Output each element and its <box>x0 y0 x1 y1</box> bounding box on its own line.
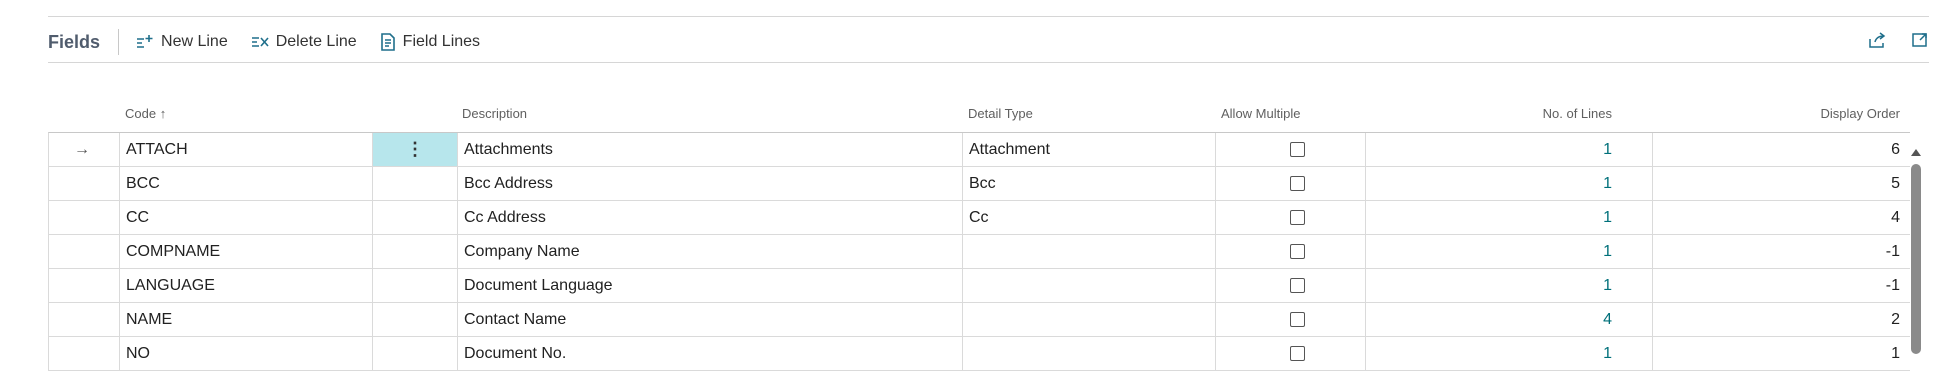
allow-multiple-checkbox[interactable] <box>1290 210 1305 225</box>
display-order-cell[interactable]: -1 <box>1886 269 1900 302</box>
display-order-cell[interactable]: 1 <box>1891 337 1900 370</box>
delete-line-icon <box>250 33 270 51</box>
column-header-code[interactable]: Code ↑ <box>125 106 166 121</box>
no-of-lines-link[interactable]: 1 <box>1603 167 1612 200</box>
code-cell[interactable]: LANGUAGE <box>126 269 215 302</box>
new-line-label: New Line <box>161 33 228 50</box>
detail-type-cell[interactable]: Cc <box>969 201 989 234</box>
display-order-cell[interactable]: 2 <box>1891 303 1900 336</box>
no-of-lines-link[interactable]: 1 <box>1603 269 1612 302</box>
field-lines-button[interactable]: Field Lines <box>379 32 480 52</box>
description-cell[interactable]: Document No. <box>464 337 566 370</box>
vertical-scrollbar[interactable] <box>1908 140 1924 362</box>
table-row[interactable]: NO Document No. 1 1 <box>49 337 1910 371</box>
column-header-no-of-lines[interactable]: No. of Lines <box>1543 106 1612 121</box>
code-cell[interactable]: COMPNAME <box>126 235 220 268</box>
display-order-cell[interactable]: 4 <box>1891 201 1900 234</box>
table-row[interactable]: BCC Bcc Address Bcc 1 5 <box>49 167 1910 201</box>
top-divider <box>48 16 1929 17</box>
row-actions-icon[interactable]: ⋮ <box>373 133 457 166</box>
code-cell[interactable]: ATTACH <box>126 133 188 166</box>
column-header-allow-multiple[interactable]: Allow Multiple <box>1221 106 1300 121</box>
allow-multiple-checkbox[interactable] <box>1290 312 1305 327</box>
grid-header: Code ↑ Description Detail Type Allow Mul… <box>48 98 1910 132</box>
new-line-icon <box>135 33 155 51</box>
code-cell[interactable]: NO <box>126 337 150 370</box>
toolbar-separator <box>118 29 120 55</box>
detail-type-cell[interactable]: Bcc <box>969 167 996 200</box>
toolbar-divider <box>48 62 1929 63</box>
no-of-lines-link[interactable]: 1 <box>1603 235 1612 268</box>
description-cell[interactable]: Company Name <box>464 235 580 268</box>
detail-type-cell[interactable]: Attachment <box>969 133 1050 166</box>
no-of-lines-link[interactable]: 1 <box>1603 201 1612 234</box>
table-row[interactable]: CC Cc Address Cc 1 4 <box>49 201 1910 235</box>
column-header-display-order[interactable]: Display Order <box>1821 106 1900 121</box>
column-header-description[interactable]: Description <box>462 106 527 121</box>
code-cell[interactable]: NAME <box>126 303 172 336</box>
share-icon[interactable] <box>1867 31 1887 54</box>
description-cell[interactable]: Document Language <box>464 269 613 302</box>
description-cell[interactable]: Bcc Address <box>464 167 553 200</box>
code-cell[interactable]: CC <box>126 201 149 234</box>
table-row[interactable]: NAME Contact Name 4 2 <box>49 303 1910 337</box>
description-cell[interactable]: Attachments <box>464 133 553 166</box>
allow-multiple-checkbox[interactable] <box>1290 142 1305 157</box>
scroll-up-icon[interactable] <box>1910 144 1922 162</box>
delete-line-button[interactable]: Delete Line <box>250 33 357 51</box>
toolbar-right-actions <box>1867 31 1929 54</box>
no-of-lines-link[interactable]: 1 <box>1603 337 1612 370</box>
code-cell[interactable]: BCC <box>126 167 160 200</box>
no-of-lines-link[interactable]: 1 <box>1603 133 1612 166</box>
code-header-label: Code <box>125 106 157 121</box>
expand-icon[interactable] <box>1911 31 1929 54</box>
display-order-cell[interactable]: 5 <box>1891 167 1900 200</box>
table-row[interactable]: → ATTACH ⋮ Attachments Attachment 1 6 <box>49 133 1910 167</box>
field-lines-label: Field Lines <box>402 33 481 50</box>
allow-multiple-checkbox[interactable] <box>1290 176 1305 191</box>
table-row[interactable]: COMPNAME Company Name 1 -1 <box>49 235 1910 269</box>
new-line-button[interactable]: New Line <box>135 33 228 51</box>
sort-ascending-icon: ↑ <box>159 106 167 121</box>
display-order-cell[interactable]: -1 <box>1886 235 1900 268</box>
field-lines-icon <box>379 32 397 52</box>
selected-row-arrow-icon: → <box>74 141 90 158</box>
grid-body: → ATTACH ⋮ Attachments Attachment 1 6 BC… <box>48 132 1910 371</box>
fields-title: Fields <box>48 31 101 52</box>
table-row[interactable]: LANGUAGE Document Language 1 -1 <box>49 269 1910 303</box>
allow-multiple-checkbox[interactable] <box>1290 278 1305 293</box>
fields-toolbar: Fields New Line Delete Line Field Lines <box>48 24 1929 60</box>
allow-multiple-checkbox[interactable] <box>1290 346 1305 361</box>
no-of-lines-link[interactable]: 4 <box>1603 303 1612 336</box>
display-order-cell[interactable]: 6 <box>1891 133 1900 166</box>
delete-line-label: Delete Line <box>275 33 357 50</box>
column-header-detail-type[interactable]: Detail Type <box>968 106 1033 121</box>
fields-grid: Code ↑ Description Detail Type Allow Mul… <box>48 98 1910 371</box>
allow-multiple-checkbox[interactable] <box>1290 244 1305 259</box>
description-cell[interactable]: Cc Address <box>464 201 546 234</box>
description-cell[interactable]: Contact Name <box>464 303 566 336</box>
scrollbar-thumb[interactable] <box>1911 164 1921 354</box>
